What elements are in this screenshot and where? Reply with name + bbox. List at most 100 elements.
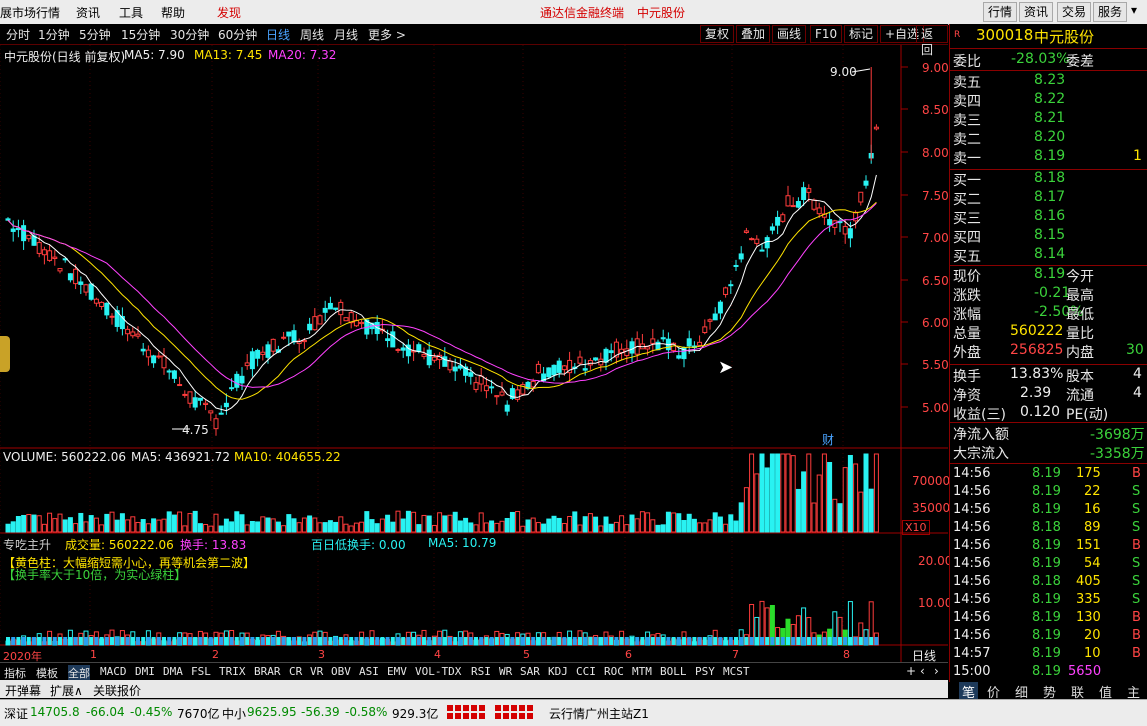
indicator-tab-cci[interactable]: CCI [576, 665, 596, 678]
candle-body-164 [858, 191, 864, 203]
menu-market[interactable]: 展市场行情 [0, 4, 60, 21]
candle-body-167 [873, 126, 879, 130]
indicator-base-58 [307, 637, 312, 645]
menu-help[interactable]: 帮助 [161, 4, 185, 21]
period-tab-monthly[interactable]: 月线 [334, 26, 358, 43]
volume-bar-36 [192, 510, 198, 533]
indicator-tab-asi[interactable]: ASI [359, 665, 379, 678]
volume-bar-143 [749, 453, 755, 533]
window-menu-icon[interactable]: ▾ [1131, 3, 1145, 19]
indicator-tab-macd[interactable]: MACD [100, 665, 127, 678]
menu-tools[interactable]: 工具 [119, 4, 143, 21]
quotes-button[interactable]: 行情 [983, 2, 1018, 22]
indicator-base-71 [375, 637, 380, 645]
volume-bar-156 [816, 474, 822, 533]
indicator-base-7 [42, 637, 47, 645]
period-tab-15min[interactable]: 15分钟 [121, 26, 160, 43]
service-button[interactable]: 服务 [1093, 2, 1128, 22]
indicator-tab-brar[interactable]: BRAR [254, 665, 281, 678]
tick-time-2: 14:56 [953, 502, 991, 517]
menu-news[interactable]: 资讯 [76, 4, 100, 21]
indicator-tab-boll[interactable]: BOLL [660, 665, 687, 678]
f10-button[interactable]: F10 [810, 25, 843, 43]
zoom-in-button[interactable]: + [906, 664, 916, 678]
scroll-left-button[interactable]: ‹ [920, 664, 925, 678]
tick-vol-4: 151 [1076, 538, 1101, 553]
period-tab-daily[interactable]: 日线 [266, 26, 290, 43]
left-expand-handle[interactable] [0, 336, 10, 372]
period-tab-60min[interactable]: 60分钟 [218, 26, 257, 43]
tick-side-3: S [1132, 520, 1141, 535]
mark-button[interactable]: 标记 [844, 25, 879, 43]
candle-body-41 [218, 412, 224, 415]
tick-price-0: 8.19 [1032, 466, 1061, 481]
indicator-base-127 [666, 637, 671, 645]
indicator-note-green: 【换手率大于10倍，为实心绿柱】 [3, 568, 187, 582]
trade-button[interactable]: 交易 [1057, 2, 1092, 22]
info-button[interactable]: 资讯 [1019, 2, 1054, 22]
tick-vol-10: 10 [1084, 646, 1101, 661]
scroll-right-button[interactable]: › [934, 664, 939, 678]
volume-bar-43 [229, 521, 235, 533]
candle-body-145 [759, 249, 765, 252]
period-tab-weekly[interactable]: 周线 [300, 26, 324, 43]
period-tab-30min[interactable]: 30分钟 [170, 26, 209, 43]
indicator-tab-trix[interactable]: TRIX [219, 665, 246, 678]
indicator-tab--2[interactable]: 全部 [68, 665, 90, 681]
indicator-tab-dma[interactable]: DMA [163, 665, 183, 678]
volume-bar-64 [338, 516, 344, 533]
volume-bar-22 [119, 513, 125, 533]
indicator-base-167 [874, 637, 879, 645]
indicator-base-89 [468, 637, 473, 645]
volume-bar-155 [811, 502, 817, 533]
period-tab-5min[interactable]: 5分钟 [79, 26, 111, 43]
indicator-base-96 [505, 637, 510, 645]
danmaku-button[interactable]: 开弹幕 [5, 682, 41, 699]
indicator-tab--1[interactable]: 模板 [36, 665, 58, 681]
related-quotes-button[interactable]: 关联报价 [93, 682, 141, 699]
period-tab-more[interactable]: 更多 > [368, 26, 406, 43]
indicator-tab-sar[interactable]: SAR [520, 665, 540, 678]
indicator-tab-cr[interactable]: CR [289, 665, 302, 678]
indicator-tab-fsl[interactable]: FSL [191, 665, 211, 678]
candle-body-120 [629, 341, 635, 354]
candle-body-82 [431, 356, 437, 361]
tick-price-10: 8.19 [1032, 646, 1061, 661]
indicator-tab-voltdx[interactable]: VOL-TDX [415, 665, 461, 678]
period-tab-timeshare[interactable]: 分时 [6, 26, 30, 43]
indicator-tab-vr[interactable]: VR [310, 665, 323, 678]
indicator-tab-wr[interactable]: WR [499, 665, 512, 678]
period-tab-1min[interactable]: 1分钟 [38, 26, 70, 43]
indicator-tab-emv[interactable]: EMV [387, 665, 407, 678]
expand-button[interactable]: 扩展∧ [50, 682, 83, 699]
indicator-tab-dmi[interactable]: DMI [135, 665, 155, 678]
volume-bar-30 [161, 518, 167, 533]
menu-discover[interactable]: 发现 [217, 4, 241, 21]
indicator-tab--0[interactable]: 指标 [4, 665, 26, 681]
indicator-base-144 [754, 637, 759, 645]
candle-body-1 [10, 228, 16, 232]
draw-button[interactable]: 画线 [772, 25, 807, 43]
indicator-tab-kdj[interactable]: KDJ [548, 665, 568, 678]
indicator-tab-mcst[interactable]: MCST [723, 665, 750, 678]
market-breadth-bar-1 [447, 705, 487, 719]
back-button[interactable]: 返回 [916, 25, 948, 57]
finance-badge[interactable]: 财 [822, 431, 834, 448]
indicator-base-44 [234, 637, 239, 645]
indicator-base-150 [786, 637, 790, 645]
x-axis-month-6: 6 [625, 648, 632, 661]
indicator-base-131 [687, 637, 692, 645]
volume-bar-89 [468, 522, 474, 533]
volume-tick-35000: 35000 [912, 501, 951, 515]
server-name[interactable]: 云行情广州主站Z1 [549, 705, 649, 722]
overlay-button[interactable]: 叠加 [736, 25, 771, 43]
candle-body-53 [281, 336, 287, 339]
indicator-tab-rsi[interactable]: RSI [471, 665, 491, 678]
indicator-tab-psy[interactable]: PSY [695, 665, 715, 678]
indicator-tab-roc[interactable]: ROC [604, 665, 624, 678]
indicator-tab-obv[interactable]: OBV [331, 665, 351, 678]
tick-time-11: 15:00 [953, 664, 991, 679]
indicator-tab-mtm[interactable]: MTM [632, 665, 652, 678]
indicator-base-141 [739, 637, 744, 645]
adjust-button[interactable]: 复权 [700, 25, 735, 43]
